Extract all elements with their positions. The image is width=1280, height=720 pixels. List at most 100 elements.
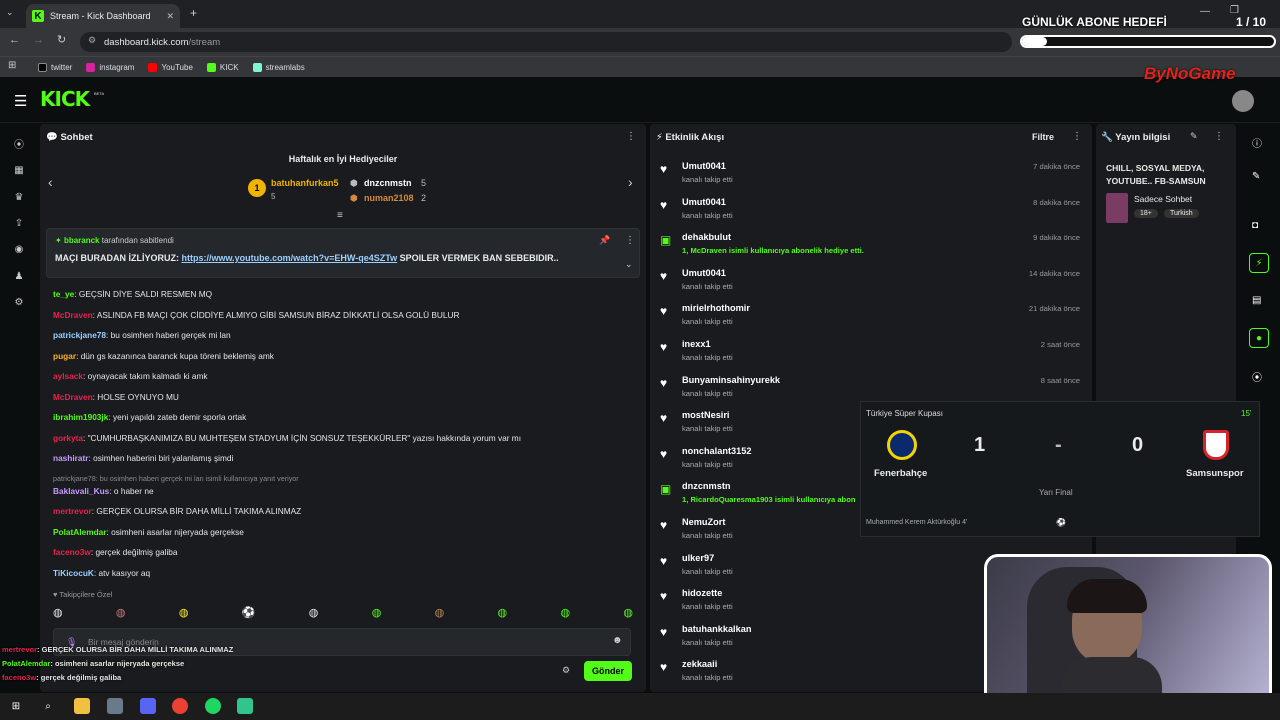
forward-icon[interactable]: → — [33, 34, 44, 46]
bookmark-instagram[interactable]: instagram — [86, 62, 134, 72]
stream-live-icon[interactable]: ⦿ — [12, 136, 26, 151]
emoji-icon[interactable]: ☻ — [612, 635, 623, 646]
chat-username[interactable]: gorkyta — [53, 433, 83, 443]
emote-icon[interactable]: ◍ — [435, 606, 445, 622]
hamburger-menu-icon[interactable]: ☰ — [14, 92, 27, 110]
bookmark-youtube[interactable]: YouTube — [148, 62, 193, 72]
event-username[interactable]: Umut0041 — [682, 197, 726, 207]
category-thumbnail[interactable] — [1106, 193, 1128, 223]
file-explorer-icon[interactable] — [74, 698, 90, 714]
upload-icon[interactable]: ⇪ — [12, 216, 26, 230]
chat-username[interactable]: ibrahim1903jk — [53, 412, 108, 422]
camera-icon[interactable]: ◉ — [12, 242, 26, 256]
chat-settings-icon[interactable]: ⚙ — [562, 665, 570, 676]
chat-username[interactable]: pugar — [53, 351, 76, 361]
event-username[interactable]: NemuZort — [682, 517, 725, 527]
chat-username[interactable]: McDraven — [53, 392, 93, 402]
chat-username[interactable]: McDraven — [53, 310, 93, 320]
close-tab-icon[interactable]: ✕ — [166, 11, 174, 22]
trophy-icon[interactable]: ♛ — [12, 190, 26, 204]
back-icon[interactable]: ← — [9, 34, 20, 46]
emote-icon[interactable]: ◍ — [498, 606, 508, 622]
event-username[interactable]: ulker97 — [682, 553, 714, 563]
event-username[interactable]: hidozette — [682, 588, 722, 598]
emote-icon[interactable]: ◍ — [623, 606, 633, 622]
chrome-icon[interactable] — [172, 698, 188, 714]
kick-logo[interactable]: KICK — [40, 87, 90, 111]
camera-icon[interactable]: ◘ — [1252, 220, 1258, 231]
discord-icon[interactable] — [140, 698, 156, 714]
chat-username[interactable]: faceno3w — [53, 547, 91, 557]
edit-icon[interactable]: ✎ — [1190, 131, 1198, 142]
chat-bubble-icon[interactable]: ● — [1249, 328, 1269, 348]
bookmark-kick[interactable]: KICK — [206, 62, 239, 72]
url-bar[interactable]: dashboard.kick.com/stream ⚙ — [80, 32, 1012, 52]
reload-icon[interactable]: ↻ — [57, 33, 66, 46]
event-username[interactable]: batuhankkalkan — [682, 624, 751, 634]
emote-icon[interactable]: ⚽ — [242, 606, 256, 622]
chat-username[interactable]: patrickjane78 — [53, 330, 106, 340]
unpin-icon[interactable]: 📌 — [599, 235, 610, 246]
emote-icon[interactable]: ◍ — [53, 606, 63, 622]
chat-username[interactable]: Baklavali_Kus — [53, 486, 109, 496]
pinned-by-user[interactable]: bbaranck — [64, 236, 100, 245]
emote-icon[interactable]: ◍ — [372, 606, 382, 622]
gifter-1-name[interactable]: batuhanfurkan5 — [271, 178, 339, 188]
gifter-2-name[interactable]: dnzcnmstn — [364, 178, 412, 188]
minimize-icon[interactable]: — — [1200, 6, 1210, 17]
send-button[interactable]: Gönder — [584, 661, 632, 681]
filter-button[interactable]: Filtre — [1032, 132, 1054, 142]
stream-info-menu-icon[interactable]: ⋮ — [1214, 131, 1224, 142]
chat-username[interactable]: mertrevor — [53, 506, 92, 516]
gifters-prev-icon[interactable]: ‹ — [48, 174, 53, 190]
tab-list-icon[interactable]: ⌄ — [6, 7, 14, 18]
pinned-menu-icon[interactable]: ⋮ — [625, 235, 635, 246]
bookmark-twitter[interactable]: twitter — [38, 62, 72, 72]
collapse-icon[interactable]: ≡ — [337, 210, 343, 221]
settings-icon[interactable]: ⚙ — [12, 295, 26, 309]
app-icon[interactable] — [107, 698, 123, 714]
document-icon[interactable]: ▤ — [1252, 295, 1261, 306]
emote-icon[interactable]: ◍ — [560, 606, 570, 622]
chat-username[interactable]: TiKicocuK — [53, 568, 94, 578]
search-icon[interactable]: ⌕ — [40, 698, 56, 714]
user-avatar[interactable] — [1232, 90, 1254, 112]
event-username[interactable]: zekkaaii — [682, 659, 717, 669]
event-username[interactable]: dnzcnmstn — [682, 481, 731, 491]
event-username[interactable]: Umut0041 — [682, 161, 726, 171]
windows-start-icon[interactable]: ⊞ — [8, 698, 24, 714]
chat-username[interactable]: nashiratr — [53, 453, 89, 463]
pinned-link[interactable]: https://www.youtube.com/watch?v=EHW-qe4S… — [182, 253, 398, 263]
chat-username[interactable]: aylsack — [53, 371, 83, 381]
dashboard-icon[interactable]: ▦ — [12, 163, 26, 177]
activity-menu-icon[interactable]: ⋮ — [1072, 131, 1082, 142]
event-username[interactable]: mostNesiri — [682, 410, 730, 420]
emote-icon[interactable]: ◍ — [309, 606, 319, 622]
chat-menu-icon[interactable]: ⋮ — [626, 131, 636, 142]
event-username[interactable]: nonchalant3152 — [682, 446, 751, 456]
pen-icon[interactable]: ✎ — [1252, 171, 1260, 182]
gifter-3-name[interactable]: numan2108 — [364, 193, 414, 203]
chat-username[interactable]: PolatAlemdar — [53, 527, 106, 537]
event-username[interactable]: Umut0041 — [682, 268, 726, 278]
category-name[interactable]: Sadece Sohbet — [1134, 194, 1192, 204]
event-username[interactable]: dehakbulut — [682, 232, 731, 242]
event-username[interactable]: inexx1 — [682, 339, 711, 349]
streamlabs-taskbar-icon[interactable] — [237, 698, 253, 714]
info-icon[interactable]: ⓘ — [1252, 135, 1262, 150]
site-info-icon[interactable]: ⚙ — [88, 35, 96, 46]
apps-grid-icon[interactable]: ⊞ — [8, 60, 16, 71]
chat-username[interactable]: te_ye — [53, 289, 74, 299]
bookmark-streamlabs[interactable]: streamlabs — [252, 62, 305, 72]
event-username[interactable]: Bunyaminsahinyurekk — [682, 375, 780, 385]
event-username[interactable]: mirielrhothomir — [682, 303, 750, 313]
emote-icon[interactable]: ◍ — [179, 606, 189, 622]
users-icon[interactable]: ♟ — [12, 269, 26, 283]
spotify-icon[interactable] — [205, 698, 221, 714]
emote-icon[interactable]: ◍ — [116, 606, 126, 622]
browser-tab[interactable]: K Stream - Kick Dashboard ✕ — [26, 4, 180, 28]
new-tab-icon[interactable]: + — [190, 6, 197, 20]
flash-icon[interactable]: ⚡ — [1249, 253, 1269, 273]
expand-chevron-icon[interactable]: ⌄ — [625, 259, 633, 270]
broadcast-icon[interactable]: ⦿ — [1252, 369, 1262, 384]
